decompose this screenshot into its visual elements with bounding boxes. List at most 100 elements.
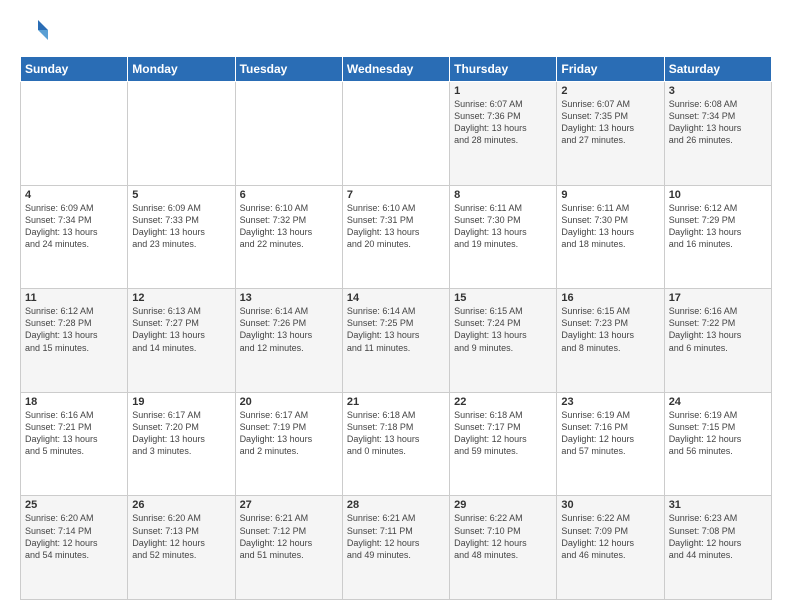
day-info: Sunrise: 6:18 AM Sunset: 7:17 PM Dayligh… (454, 409, 552, 458)
calendar-cell: 8Sunrise: 6:11 AM Sunset: 7:30 PM Daylig… (450, 185, 557, 289)
calendar-cell: 30Sunrise: 6:22 AM Sunset: 7:09 PM Dayli… (557, 496, 664, 600)
day-number: 18 (25, 396, 123, 408)
calendar-cell: 11Sunrise: 6:12 AM Sunset: 7:28 PM Dayli… (21, 289, 128, 393)
weekday-header: Sunday (21, 57, 128, 82)
calendar-week-row: 18Sunrise: 6:16 AM Sunset: 7:21 PM Dayli… (21, 392, 772, 496)
calendar-cell: 4Sunrise: 6:09 AM Sunset: 7:34 PM Daylig… (21, 185, 128, 289)
day-info: Sunrise: 6:21 AM Sunset: 7:11 PM Dayligh… (347, 512, 445, 561)
day-number: 10 (669, 189, 767, 201)
day-info: Sunrise: 6:07 AM Sunset: 7:36 PM Dayligh… (454, 98, 552, 147)
calendar-cell: 16Sunrise: 6:15 AM Sunset: 7:23 PM Dayli… (557, 289, 664, 393)
day-info: Sunrise: 6:11 AM Sunset: 7:30 PM Dayligh… (454, 202, 552, 251)
calendar-cell: 20Sunrise: 6:17 AM Sunset: 7:19 PM Dayli… (235, 392, 342, 496)
day-number: 12 (132, 292, 230, 304)
day-number: 2 (561, 85, 659, 97)
day-number: 21 (347, 396, 445, 408)
day-number: 17 (669, 292, 767, 304)
calendar-week-row: 11Sunrise: 6:12 AM Sunset: 7:28 PM Dayli… (21, 289, 772, 393)
day-number: 6 (240, 189, 338, 201)
weekday-header: Friday (557, 57, 664, 82)
day-info: Sunrise: 6:07 AM Sunset: 7:35 PM Dayligh… (561, 98, 659, 147)
weekday-header: Thursday (450, 57, 557, 82)
calendar-cell: 19Sunrise: 6:17 AM Sunset: 7:20 PM Dayli… (128, 392, 235, 496)
day-info: Sunrise: 6:10 AM Sunset: 7:32 PM Dayligh… (240, 202, 338, 251)
day-info: Sunrise: 6:21 AM Sunset: 7:12 PM Dayligh… (240, 512, 338, 561)
day-info: Sunrise: 6:17 AM Sunset: 7:19 PM Dayligh… (240, 409, 338, 458)
day-number: 28 (347, 499, 445, 511)
day-number: 5 (132, 189, 230, 201)
page: SundayMondayTuesdayWednesdayThursdayFrid… (0, 0, 792, 612)
calendar-cell: 26Sunrise: 6:20 AM Sunset: 7:13 PM Dayli… (128, 496, 235, 600)
calendar-cell (21, 82, 128, 186)
calendar-cell: 14Sunrise: 6:14 AM Sunset: 7:25 PM Dayli… (342, 289, 449, 393)
day-info: Sunrise: 6:15 AM Sunset: 7:24 PM Dayligh… (454, 305, 552, 354)
calendar-cell: 6Sunrise: 6:10 AM Sunset: 7:32 PM Daylig… (235, 185, 342, 289)
day-info: Sunrise: 6:19 AM Sunset: 7:16 PM Dayligh… (561, 409, 659, 458)
calendar-week-row: 4Sunrise: 6:09 AM Sunset: 7:34 PM Daylig… (21, 185, 772, 289)
day-number: 31 (669, 499, 767, 511)
logo-icon (20, 16, 50, 46)
day-number: 22 (454, 396, 552, 408)
calendar-cell: 9Sunrise: 6:11 AM Sunset: 7:30 PM Daylig… (557, 185, 664, 289)
day-number: 11 (25, 292, 123, 304)
calendar-cell: 25Sunrise: 6:20 AM Sunset: 7:14 PM Dayli… (21, 496, 128, 600)
day-number: 24 (669, 396, 767, 408)
calendar-header-row: SundayMondayTuesdayWednesdayThursdayFrid… (21, 57, 772, 82)
calendar: SundayMondayTuesdayWednesdayThursdayFrid… (20, 56, 772, 600)
day-number: 26 (132, 499, 230, 511)
day-number: 15 (454, 292, 552, 304)
day-number: 13 (240, 292, 338, 304)
day-number: 30 (561, 499, 659, 511)
day-number: 25 (25, 499, 123, 511)
day-info: Sunrise: 6:20 AM Sunset: 7:14 PM Dayligh… (25, 512, 123, 561)
day-number: 7 (347, 189, 445, 201)
calendar-cell (128, 82, 235, 186)
calendar-cell: 28Sunrise: 6:21 AM Sunset: 7:11 PM Dayli… (342, 496, 449, 600)
day-number: 4 (25, 189, 123, 201)
calendar-cell: 13Sunrise: 6:14 AM Sunset: 7:26 PM Dayli… (235, 289, 342, 393)
day-number: 3 (669, 85, 767, 97)
calendar-cell: 7Sunrise: 6:10 AM Sunset: 7:31 PM Daylig… (342, 185, 449, 289)
day-number: 16 (561, 292, 659, 304)
day-info: Sunrise: 6:17 AM Sunset: 7:20 PM Dayligh… (132, 409, 230, 458)
day-info: Sunrise: 6:08 AM Sunset: 7:34 PM Dayligh… (669, 98, 767, 147)
calendar-week-row: 1Sunrise: 6:07 AM Sunset: 7:36 PM Daylig… (21, 82, 772, 186)
day-number: 23 (561, 396, 659, 408)
day-number: 9 (561, 189, 659, 201)
weekday-header: Monday (128, 57, 235, 82)
calendar-cell: 1Sunrise: 6:07 AM Sunset: 7:36 PM Daylig… (450, 82, 557, 186)
calendar-cell: 24Sunrise: 6:19 AM Sunset: 7:15 PM Dayli… (664, 392, 771, 496)
day-info: Sunrise: 6:16 AM Sunset: 7:21 PM Dayligh… (25, 409, 123, 458)
day-info: Sunrise: 6:15 AM Sunset: 7:23 PM Dayligh… (561, 305, 659, 354)
day-number: 29 (454, 499, 552, 511)
calendar-cell: 18Sunrise: 6:16 AM Sunset: 7:21 PM Dayli… (21, 392, 128, 496)
day-info: Sunrise: 6:14 AM Sunset: 7:26 PM Dayligh… (240, 305, 338, 354)
weekday-header: Tuesday (235, 57, 342, 82)
calendar-cell: 21Sunrise: 6:18 AM Sunset: 7:18 PM Dayli… (342, 392, 449, 496)
day-number: 27 (240, 499, 338, 511)
day-info: Sunrise: 6:09 AM Sunset: 7:34 PM Dayligh… (25, 202, 123, 251)
day-number: 14 (347, 292, 445, 304)
day-number: 1 (454, 85, 552, 97)
calendar-week-row: 25Sunrise: 6:20 AM Sunset: 7:14 PM Dayli… (21, 496, 772, 600)
day-number: 20 (240, 396, 338, 408)
weekday-header: Wednesday (342, 57, 449, 82)
calendar-cell: 29Sunrise: 6:22 AM Sunset: 7:10 PM Dayli… (450, 496, 557, 600)
calendar-cell: 10Sunrise: 6:12 AM Sunset: 7:29 PM Dayli… (664, 185, 771, 289)
day-info: Sunrise: 6:19 AM Sunset: 7:15 PM Dayligh… (669, 409, 767, 458)
day-info: Sunrise: 6:09 AM Sunset: 7:33 PM Dayligh… (132, 202, 230, 251)
calendar-cell (342, 82, 449, 186)
calendar-cell: 3Sunrise: 6:08 AM Sunset: 7:34 PM Daylig… (664, 82, 771, 186)
day-number: 19 (132, 396, 230, 408)
day-info: Sunrise: 6:12 AM Sunset: 7:28 PM Dayligh… (25, 305, 123, 354)
calendar-cell: 22Sunrise: 6:18 AM Sunset: 7:17 PM Dayli… (450, 392, 557, 496)
day-info: Sunrise: 6:23 AM Sunset: 7:08 PM Dayligh… (669, 512, 767, 561)
day-info: Sunrise: 6:20 AM Sunset: 7:13 PM Dayligh… (132, 512, 230, 561)
day-info: Sunrise: 6:10 AM Sunset: 7:31 PM Dayligh… (347, 202, 445, 251)
calendar-cell: 15Sunrise: 6:15 AM Sunset: 7:24 PM Dayli… (450, 289, 557, 393)
calendar-cell: 17Sunrise: 6:16 AM Sunset: 7:22 PM Dayli… (664, 289, 771, 393)
calendar-cell: 5Sunrise: 6:09 AM Sunset: 7:33 PM Daylig… (128, 185, 235, 289)
day-info: Sunrise: 6:22 AM Sunset: 7:09 PM Dayligh… (561, 512, 659, 561)
day-info: Sunrise: 6:22 AM Sunset: 7:10 PM Dayligh… (454, 512, 552, 561)
calendar-cell (235, 82, 342, 186)
